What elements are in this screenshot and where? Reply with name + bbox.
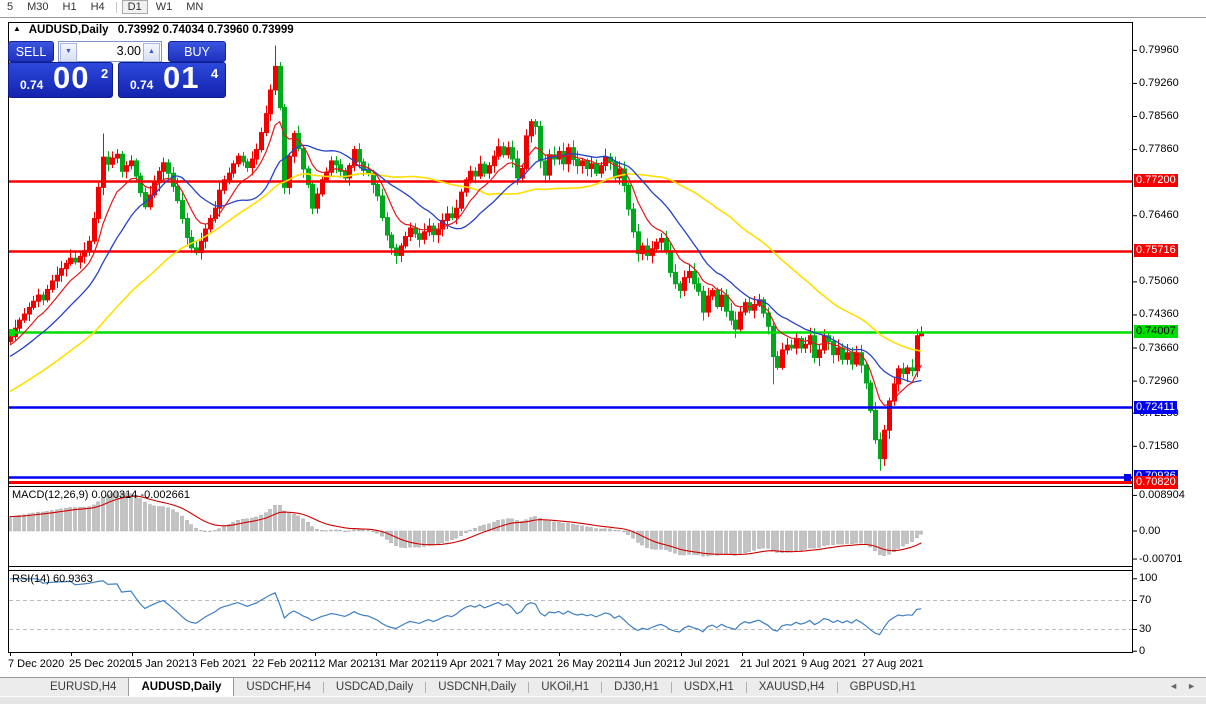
date-label: 2 Jul 2021 <box>679 658 730 670</box>
volume-spinner: ▼ 3.00 ▲ <box>58 41 162 62</box>
chart-tab-audusd-daily[interactable]: AUDUSD,Daily <box>128 677 234 697</box>
sell-price-big: 00 <box>53 60 89 96</box>
trade-panel: SELL ▼ 3.00 ▲ BUY <box>8 41 226 62</box>
buy-button[interactable]: BUY <box>168 41 226 62</box>
volume-increase-button[interactable]: ▲ <box>143 43 160 62</box>
trading-app-window: 5M30H1H4D1W1MN ▲ AUDUSD,Daily 0.73992 0.… <box>0 0 1206 704</box>
date-label: 31 Mar 2021 <box>374 658 436 670</box>
date-label: 3 Feb 2021 <box>191 658 247 670</box>
tabs-scroll-right-icon[interactable]: ► <box>1187 681 1196 691</box>
date-label: 15 Jan 2021 <box>130 658 191 670</box>
chart-tab-dj30-h1[interactable]: DJ30,H1 <box>602 678 671 696</box>
symbol-label: AUDUSD,Daily <box>29 24 109 36</box>
macd-indicator-label: MACD(12,26,9) 0.000314 -0.002661 <box>12 489 190 501</box>
date-label: 19 Apr 2021 <box>435 658 494 670</box>
date-label: 26 May 2021 <box>557 658 621 670</box>
ohlc-values: 0.73992 0.74034 0.73960 0.73999 <box>118 24 294 36</box>
sell-button[interactable]: SELL <box>8 41 54 62</box>
tabs-scroll-left-icon[interactable]: ◄ <box>1169 681 1178 691</box>
buy-price-prefix: 0.74 <box>130 78 153 92</box>
date-label: 7 May 2021 <box>496 658 553 670</box>
chart-tab-bar: EURUSD,H4AUDUSD,DailyUSDCHF,H4USDCAD,Dai… <box>0 677 1206 696</box>
chart-tab-usdx-h1[interactable]: USDX,H1 <box>672 678 746 696</box>
chart-expander-icon[interactable]: ▲ <box>13 24 21 33</box>
date-axis: 7 Dec 2020 25 Dec 202015 Jan 20213 Feb 20… <box>0 652 1206 674</box>
rsi-indicator-label: RSI(14) 60.9363 <box>12 573 93 585</box>
sell-price-prefix: 0.74 <box>20 78 43 92</box>
chart-canvas[interactable] <box>0 0 1206 704</box>
chart-tab-eurusd-h4[interactable]: EURUSD,H4 <box>38 678 128 696</box>
chart-tab-usdcad-daily[interactable]: USDCAD,Daily <box>324 678 425 696</box>
chart-title: ▲ AUDUSD,Daily 0.73992 0.74034 0.73960 0… <box>13 24 294 36</box>
status-strip <box>0 696 1206 704</box>
chart-tab-ukoil-h1[interactable]: UKOil,H1 <box>529 678 601 696</box>
sell-price-sup: 2 <box>101 66 108 81</box>
buy-price-big: 01 <box>163 60 199 96</box>
buy-price-sup: 4 <box>211 66 218 81</box>
date-label: 9 Aug 2021 <box>801 658 857 670</box>
date-label: 7 Dec 2020 <box>8 658 64 670</box>
date-label: 27 Aug 2021 <box>862 658 924 670</box>
tab-strip: EURUSD,H4AUDUSD,DailyUSDCHF,H4USDCAD,Dai… <box>38 678 928 696</box>
buy-price-panel[interactable]: 0.74 01 4 <box>118 62 226 98</box>
date-label: 25 Dec 2020 <box>69 658 131 670</box>
date-label: 12 Mar 2021 <box>313 658 375 670</box>
chart-tab-gbpusd-h1[interactable]: GBPUSD,H1 <box>838 678 928 696</box>
date-label: 21 Jul 2021 <box>740 658 797 670</box>
volume-input[interactable]: 3.00 <box>77 43 141 60</box>
chart-tab-usdcnh-daily[interactable]: USDCNH,Daily <box>426 678 528 696</box>
date-label: 14 Jun 2021 <box>618 658 679 670</box>
sell-price-panel[interactable]: 0.74 00 2 <box>8 62 113 98</box>
date-label: 22 Feb 2021 <box>252 658 314 670</box>
chart-tab-xauusd-h4[interactable]: XAUUSD,H4 <box>747 678 837 696</box>
chart-tab-usdchf-h4[interactable]: USDCHF,H4 <box>234 678 323 696</box>
